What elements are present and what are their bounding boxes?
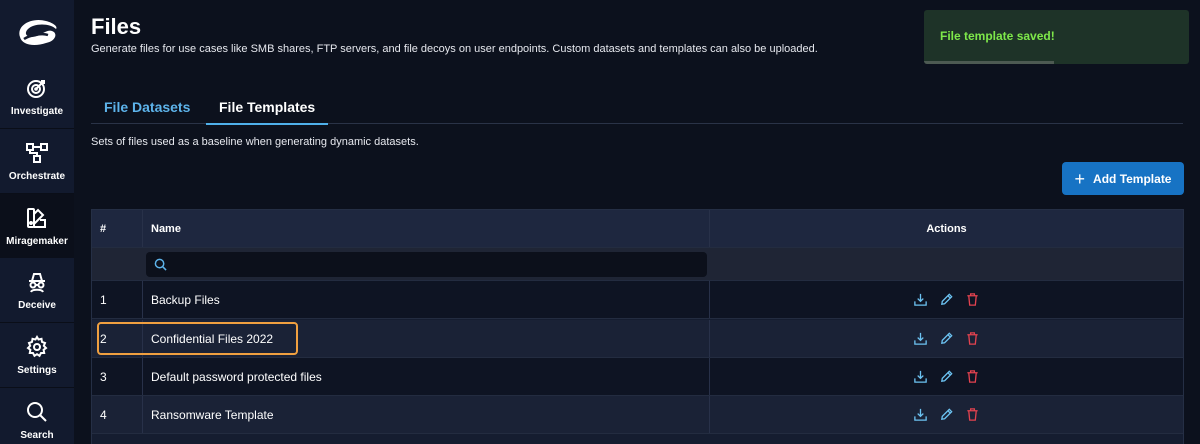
delete-icon[interactable] [965,369,980,384]
row-number: 2 [92,320,143,357]
sidebar-item-label: Investigate [10,105,64,117]
tab-bar: File Datasets File Templates [91,90,1183,125]
palette-icon [27,207,46,228]
download-icon[interactable] [913,407,928,422]
plus-icon: + [1074,168,1086,189]
table-row[interactable]: 4 Ransomware Template [92,396,1183,434]
table-row[interactable]: 3 Default password protected files [92,358,1183,396]
row-name: Default password protected files [143,358,710,395]
column-header-num[interactable]: # [92,210,143,247]
download-icon[interactable] [913,369,928,384]
row-actions [710,396,1183,433]
app-logo[interactable] [0,0,74,64]
sidebar-item-settings[interactable]: Settings [0,323,74,387]
table-header-row: # Name Actions [92,210,1183,248]
edit-icon[interactable] [939,292,954,307]
row-actions [710,358,1183,395]
templates-table: # Name Actions 1 Backup Files 2 Confiden… [91,209,1184,444]
sidebar-item-label: Deceive [18,299,56,311]
sidebar-item-search[interactable]: Search [0,388,74,444]
row-number: 4 [92,396,143,433]
search-icon [27,401,47,422]
row-number: 1 [92,281,143,318]
sidebar-item-label: Settings [17,364,57,376]
tab-file-datasets[interactable]: File Datasets [91,90,203,124]
gear-icon [26,334,48,357]
flow-icon [26,142,48,163]
column-header-actions: Actions [926,222,967,235]
add-template-label: Add Template [1093,171,1172,186]
page-description: Generate files for use cases like SMB sh… [91,43,818,55]
download-icon[interactable] [913,292,928,307]
delete-icon[interactable] [965,407,980,422]
name-filter-search[interactable] [146,252,707,277]
delete-icon[interactable] [965,331,980,346]
toast-message: File template saved! [940,29,1055,43]
search-icon [154,258,167,271]
row-actions [710,281,1183,318]
sidebar-item-label: Search [20,429,54,441]
table-filter-row [92,248,1183,281]
page-title: Files [91,14,142,39]
edit-icon[interactable] [939,369,954,384]
table-row[interactable]: 2 Confidential Files 2022 [92,320,1183,358]
sidebar-item-orchestrate[interactable]: Orchestrate [0,129,74,193]
spy-icon [29,272,45,293]
sidebar-item-investigate[interactable]: Investigate [0,64,74,128]
row-number: 3 [92,358,143,395]
sidebar-item-miragemaker[interactable]: Miragemaker [0,194,74,258]
download-icon[interactable] [913,331,928,346]
sidebar-item-deceive[interactable]: Deceive [0,258,74,322]
toast-progress-bar [924,61,1054,64]
target-icon [27,79,45,98]
column-header-name[interactable]: Name [143,210,710,247]
delete-icon[interactable] [965,292,980,307]
section-description: Sets of files used as a baseline when ge… [91,136,419,148]
tab-file-templates[interactable]: File Templates [206,90,329,125]
edit-icon[interactable] [939,331,954,346]
row-name: Confidential Files 2022 [143,320,710,357]
sidebar: Investigate Orchestrate Miragemaker Dece… [0,0,74,444]
table-row[interactable]: 1 Backup Files [92,281,1183,319]
edit-icon[interactable] [939,407,954,422]
name-filter-input[interactable] [172,252,702,277]
row-name: Ransomware Template [143,396,710,433]
toast-notification[interactable]: File template saved! [924,10,1189,64]
zscaler-logo-icon [19,19,57,45]
sidebar-item-label: Orchestrate [8,170,66,182]
row-actions [710,320,1183,357]
sidebar-item-label: Miragemaker [6,235,68,247]
row-name: Backup Files [143,281,710,318]
add-template-button[interactable]: + Add Template [1062,162,1184,195]
